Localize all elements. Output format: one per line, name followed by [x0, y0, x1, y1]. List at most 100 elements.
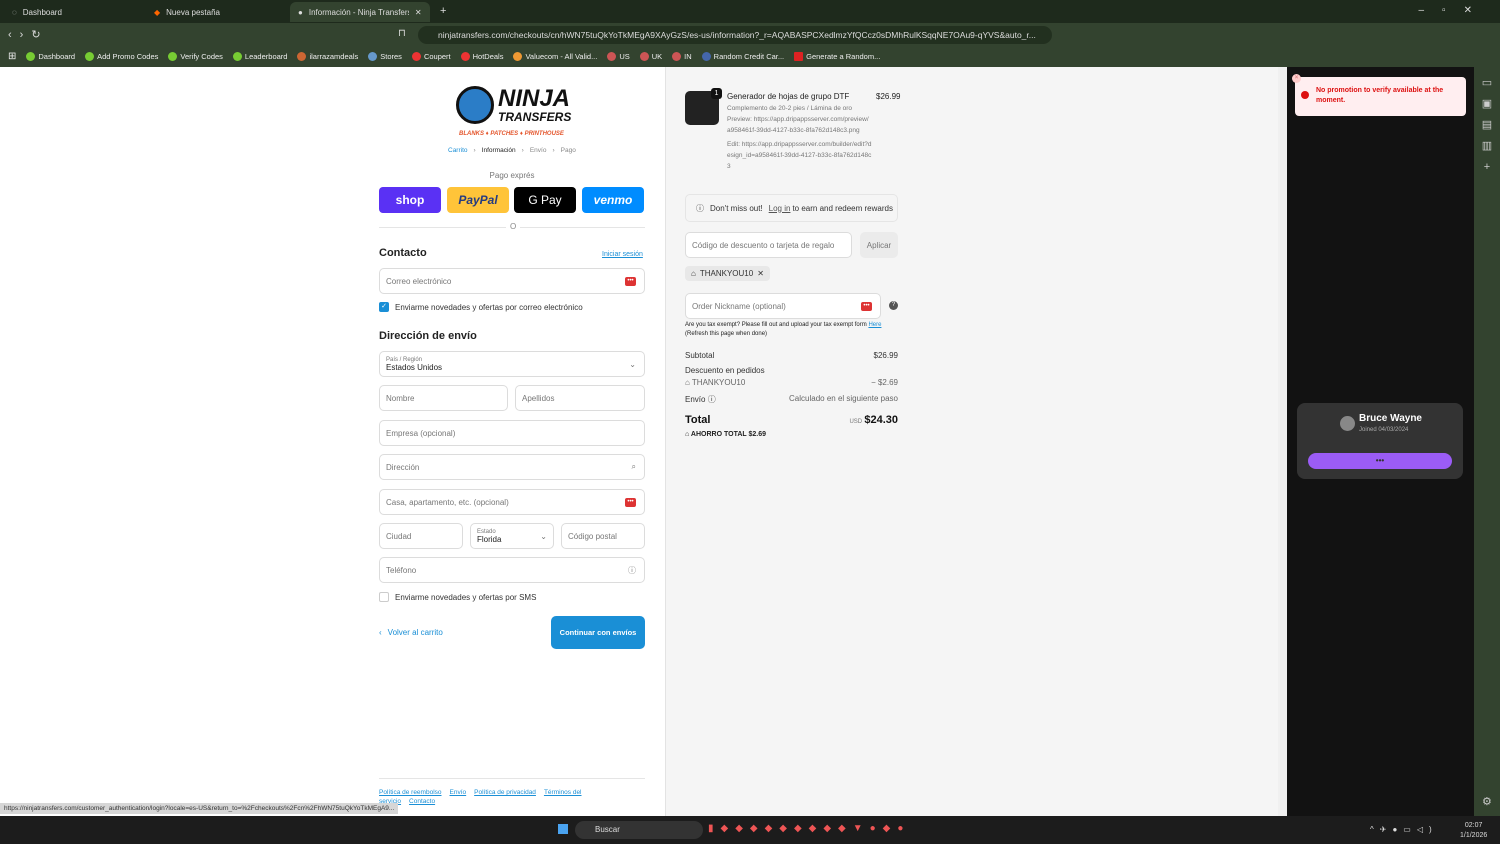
bookmark[interactable]: Verify Codes [168, 52, 223, 61]
remove-code-icon[interactable]: ✕ [757, 269, 764, 278]
bookmark[interactable]: Generate a Random... [794, 52, 880, 61]
discount-code-input[interactable]: Código de descuento o tarjeta de regalo [685, 232, 852, 258]
zip-field[interactable]: Código postal [561, 523, 645, 549]
tab-checkout[interactable]: ●Información - Ninja Transfers - P✕ [290, 2, 430, 22]
order-nickname-input[interactable]: Order Nickname (optional) ••• [685, 293, 881, 319]
system-tray[interactable]: ^✈●▭◁) [1370, 825, 1438, 834]
shipping-row: Envío ⓘ Calculado en el siguiente paso [685, 394, 898, 404]
user-card: Bruce Wayne Joined 04/03/2024 ••• [1297, 403, 1463, 479]
apply-button[interactable]: Aplicar [860, 232, 898, 258]
tax-form-link[interactable]: Here [868, 322, 881, 328]
bookmark[interactable]: Add Promo Codes [85, 52, 158, 61]
status-bar: https://ninjatransfers.com/customer_auth… [0, 803, 399, 814]
continue-button[interactable]: Continuar con envíos [551, 616, 645, 649]
checkbox-unchecked-icon[interactable] [379, 592, 389, 602]
first-name-field[interactable]: Nombre [379, 385, 508, 411]
login-link[interactable]: Iniciar sesión [602, 251, 643, 258]
bookmark[interactable]: UK [639, 52, 662, 61]
bookmark[interactable]: Leaderboard [232, 52, 287, 61]
new-tab-button[interactable]: + [440, 5, 446, 17]
rewards-banner: ⓘ Don't miss out! Log in to earn and redeem… [685, 194, 898, 222]
joined-date: Joined 04/03/2024 [1359, 427, 1409, 433]
help-icon: ⓘ [707, 395, 716, 404]
applied-code-chip: ⌂ THANKYOU10 ✕ [685, 266, 770, 281]
country-select[interactable]: País / Región Estados Unidos ⌄ [379, 351, 645, 377]
privacy-link[interactable]: Política de privacidad [474, 789, 536, 796]
menu-button[interactable]: ••• [1308, 453, 1452, 469]
tab-new[interactable]: ◆ Nueva pestaña [146, 2, 286, 22]
sidebar-icons[interactable]: ▭ ▣ ▤ ▥ + [1474, 73, 1500, 178]
shop-pay-button[interactable]: shop [379, 187, 441, 213]
brave-icon: ◆ [154, 7, 161, 17]
taskbar-search[interactable]: Buscar [575, 821, 703, 839]
browser-sidebar: ▭ ▣ ▤ ▥ + ⚙ [1474, 67, 1500, 816]
city-field[interactable]: Ciudad [379, 523, 463, 549]
close-tab-icon[interactable]: ✕ [415, 8, 422, 17]
scrollbar[interactable] [1278, 67, 1287, 816]
tag-icon: ⌂ [685, 431, 690, 438]
bookmarks-bar: ⊞ Dashboard Add Promo Codes Verify Codes… [0, 46, 1500, 67]
tab-bar: ◌ Dashboard ◆ Nueva pestaña ● Información -… [0, 0, 1500, 23]
help-icon[interactable]: ? [889, 301, 898, 310]
info-icon: ⓘ [696, 203, 704, 213]
paypal-button[interactable]: PayPal [447, 187, 509, 213]
or-label: O [506, 222, 521, 231]
nav-buttons[interactable]: ‹›↻ [8, 28, 49, 41]
shipping-link[interactable]: Envío [450, 789, 467, 796]
windows-start-icon[interactable] [558, 824, 568, 834]
bookmark[interactable]: HotDeals [460, 52, 503, 61]
apartment-field[interactable]: Casa, apartamento, etc. (opcional) ••• [379, 489, 645, 515]
phone-field[interactable]: Teléfono ⓘ [379, 557, 645, 583]
product-details: Complemento de 20-2 pies / Lámina de oro… [727, 105, 872, 170]
refund-policy-link[interactable]: Política de reembolso [379, 789, 442, 796]
state-select[interactable]: Estado Florida ⌄ [470, 523, 554, 549]
settings-icon[interactable]: ⚙ [1482, 795, 1492, 808]
clock[interactable]: 02:07 1/1/2026 [1460, 821, 1487, 841]
bookmark[interactable]: IN [672, 52, 692, 61]
close-icon[interactable]: × [1292, 74, 1301, 83]
breadcrumb-payment: Pago [560, 147, 576, 154]
bookmark[interactable]: Valuecom - All Valid... [513, 52, 597, 61]
checkbox-checked-icon[interactable]: ✓ [379, 302, 389, 312]
email-field[interactable]: Correo electrónico ••• [379, 268, 645, 294]
bookmark-icon[interactable]: ⊓ [398, 28, 406, 39]
tab-dashboard[interactable]: ◌ Dashboard [4, 2, 144, 22]
google-pay-button[interactable]: G Pay [514, 187, 576, 213]
taskbar: Buscar ▮◆◆◆◆◆◆◆◆◆▼●◆● ^✈●▭◁) 02:07 1/1/20… [0, 816, 1500, 844]
product-price: $26.99 [876, 92, 901, 101]
bookmark[interactable]: Random Credit Car... [701, 52, 784, 61]
address-field[interactable]: Dirección ⌕ [379, 454, 645, 480]
shipping-heading: Dirección de envío [379, 330, 477, 342]
discount-code-row: ⌂ THANKYOU10− $2.69 [685, 378, 898, 387]
bookmark[interactable]: Coupert [411, 52, 451, 61]
error-icon [1301, 91, 1309, 99]
password-manager-icon[interactable]: ••• [625, 497, 636, 507]
tag-icon: ⌂ [691, 269, 696, 278]
breadcrumb-cart[interactable]: Carrito [448, 147, 468, 154]
taskbar-apps[interactable]: ▮◆◆◆◆◆◆◆◆◆▼●◆● [708, 823, 910, 834]
bookmark[interactable]: ilarrazamdeals [297, 52, 358, 61]
password-manager-icon[interactable]: ••• [625, 276, 636, 286]
product-name: Generador de hojas de grupo DTF [727, 92, 850, 101]
company-field[interactable]: Empresa (opcional) [379, 420, 645, 446]
bookmark[interactable]: Stores [368, 52, 402, 61]
email-news-checkbox[interactable]: ✓ Enviarme novedades y ofertas por correo… [379, 302, 583, 312]
apps-icon[interactable]: ⊞ [8, 51, 16, 62]
chevron-left-icon: ‹ [379, 628, 382, 637]
back-to-cart-link[interactable]: ‹ Volver al carrito [379, 628, 443, 637]
bookmark[interactable]: Dashboard [26, 52, 75, 61]
express-label: Pago exprés [489, 171, 535, 180]
address-bar[interactable]: ninjatransfers.com/checkouts/cn/hWN75tuQ… [418, 26, 1052, 44]
password-manager-icon[interactable]: ••• [861, 301, 872, 311]
total-row: Total USD $24.30 [685, 414, 898, 426]
login-link[interactable]: Log in [769, 204, 791, 213]
last-name-field[interactable]: Apellidos [515, 385, 645, 411]
quantity-badge: 1 [711, 88, 722, 99]
window-controls[interactable]: –▫✕ [1419, 5, 1491, 16]
sms-checkbox[interactable]: Enviarme novedades y ofertas por SMS [379, 592, 536, 602]
subtotal-row: Subtotal $26.99 [685, 351, 898, 360]
venmo-button[interactable]: venmo [582, 187, 644, 213]
contact-link[interactable]: Contacto [409, 798, 435, 805]
site-icon: ● [298, 7, 303, 17]
bookmark[interactable]: US [607, 52, 630, 61]
